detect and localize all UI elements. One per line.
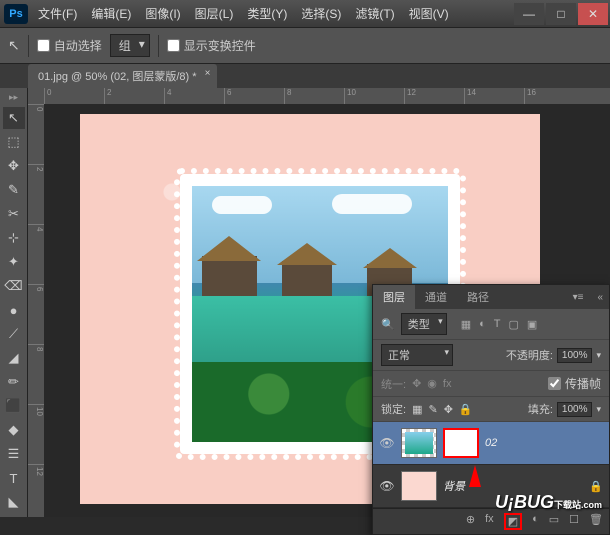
layer-row[interactable]: 👁 02 [373,422,609,465]
propagate-checkbox[interactable]: 传播帧 [548,375,601,392]
filter-kind-select[interactable]: 类型 [401,313,447,335]
ruler-horizontal: 0246810121416 [44,88,610,104]
menu-image[interactable]: 图像(I) [139,1,186,26]
show-transform-checkbox[interactable]: 显示变换控件 [167,37,256,54]
tool-stamp[interactable]: ● [3,299,25,321]
window-controls: — □ ✕ [512,3,610,25]
watermark: U¡BUG下载站.com [495,492,602,513]
lock-label: 锁定: [381,401,406,417]
tool-brush[interactable]: ⌫ [3,275,25,297]
tool-blur[interactable]: ⬛ [3,395,25,417]
unify-position-icon[interactable]: ✥ [412,377,421,390]
menu-select[interactable]: 选择(S) [295,1,347,26]
app-logo: Ps [4,4,28,24]
layer-thumb[interactable] [401,471,437,501]
panel-menu-icon[interactable]: ▾≡ [565,292,592,303]
tool-heal[interactable]: ✦ [3,251,25,273]
tool-gradient[interactable]: ✏ [3,371,25,393]
unify-style-icon[interactable]: fx [443,378,452,390]
layer-thumb[interactable] [401,428,437,458]
delete-layer-icon[interactable]: 🗑 [589,513,603,530]
opacity-flyout-icon[interactable]: ▾ [596,350,601,361]
toolbox: ▸▸ ↖ ⬚ ✥ ✎ ✂ ⊹ ✦ ⌫ ● ⟋ ◢ ✏ ⬛ ◆ ☰ T ◣ [0,88,28,517]
tool-pen[interactable]: ☰ [3,443,25,465]
fill-label: 填充: [528,401,553,417]
tool-wand[interactable]: ✎ [3,179,25,201]
close-tab-icon[interactable]: × [205,68,211,79]
tool-marquee[interactable]: ⬚ [3,131,25,153]
unify-label: 统一: [381,376,406,392]
auto-select-checkbox[interactable]: 自动选择 [37,37,102,54]
ruler-corner [28,88,44,104]
minimize-button[interactable]: — [514,3,544,25]
panel-tabs: 图层 通道 路径 ▾≡ « [373,285,609,309]
annotation-arrow [469,465,481,487]
adjustment-layer-icon[interactable]: ◐ [532,513,539,530]
propagate-label: 传播帧 [565,375,601,392]
toolbox-expand-icon[interactable]: ▸▸ [9,92,18,103]
lock-icon: 🔒 [589,480,603,493]
blend-mode-select[interactable]: 正常 [381,344,453,366]
menu-filter[interactable]: 滤镜(T) [349,1,400,26]
layer-mask-thumb[interactable] [443,428,479,458]
menu-edit[interactable]: 编辑(E) [85,1,137,26]
options-bar: ↖ 自动选择 组 显示变换控件 [0,28,610,64]
tab-paths[interactable]: 路径 [457,285,499,309]
add-mask-icon[interactable]: ◩ [504,513,522,530]
close-button[interactable]: ✕ [578,3,608,25]
show-transform-label: 显示变换控件 [184,37,256,54]
layer-name[interactable]: 背景 [443,478,465,494]
visibility-toggle[interactable]: 👁 [379,436,395,450]
unify-visibility-icon[interactable]: ◉ [427,377,437,390]
tool-lasso[interactable]: ✥ [3,155,25,177]
opacity-value[interactable]: 100% [557,348,593,363]
document-tab-label: 01.jpg @ 50% (02, 图层蒙版/8) * [38,71,197,83]
lock-position-icon[interactable]: ✥ [444,403,453,416]
layer-name[interactable]: 02 [485,437,497,449]
menu-file[interactable]: 文件(F) [32,1,83,26]
tool-eyedropper[interactable]: ⊹ [3,227,25,249]
tool-history-brush[interactable]: ⟋ [3,323,25,345]
menu-layer[interactable]: 图层(L) [189,1,240,26]
menu-type[interactable]: 类型(Y) [241,1,293,26]
search-icon: 🔍 [381,318,395,331]
visibility-toggle[interactable]: 👁 [379,479,395,493]
tool-dodge[interactable]: ◆ [3,419,25,441]
filter-smart-icon[interactable]: ▣ [527,318,537,331]
tab-layers[interactable]: 图层 [373,285,415,309]
opacity-label: 不透明度: [506,347,553,363]
fill-value[interactable]: 100% [557,402,593,417]
lock-all-icon[interactable]: 🔒 [459,403,473,416]
document-tab[interactable]: 01.jpg @ 50% (02, 图层蒙版/8) * × [28,64,217,88]
tool-eraser[interactable]: ◢ [3,347,25,369]
layer-style-icon[interactable]: fx [485,513,494,530]
tool-path[interactable]: ◣ [3,491,25,513]
filter-type-icon[interactable]: T [494,318,501,331]
new-group-icon[interactable]: ▭ [549,513,559,530]
tool-crop[interactable]: ✂ [3,203,25,225]
link-layers-icon[interactable]: ⊕ [466,513,475,530]
ruler-vertical: 024681012 [28,104,44,517]
menu-view[interactable]: 视图(V) [403,1,455,26]
maximize-button[interactable]: □ [546,3,576,25]
menubar: 文件(F) 编辑(E) 图像(I) 图层(L) 类型(Y) 选择(S) 滤镜(T… [32,1,455,26]
tab-channels[interactable]: 通道 [415,285,457,309]
lock-pixels-icon[interactable]: ✎ [428,403,437,416]
document-tab-bar: 01.jpg @ 50% (02, 图层蒙版/8) * × [0,64,610,88]
filter-shape-icon[interactable]: ▢ [509,318,519,331]
titlebar: Ps 文件(F) 编辑(E) 图像(I) 图层(L) 类型(Y) 选择(S) 滤… [0,0,610,28]
move-tool-preset-icon[interactable]: ↖ [8,37,20,54]
tool-move[interactable]: ↖ [3,107,25,129]
new-layer-icon[interactable]: ☐ [569,513,579,530]
lock-transparency-icon[interactable]: ▦ [412,403,422,416]
filter-adjustment-icon[interactable]: ◐ [479,318,486,331]
tool-type[interactable]: T [3,467,25,489]
filter-pixel-icon[interactable]: ▦ [461,318,471,331]
auto-select-label: 自动选择 [54,37,102,54]
fill-flyout-icon[interactable]: ▾ [596,404,601,415]
auto-select-target[interactable]: 组 [110,34,150,57]
panel-collapse-icon[interactable]: « [591,292,609,303]
